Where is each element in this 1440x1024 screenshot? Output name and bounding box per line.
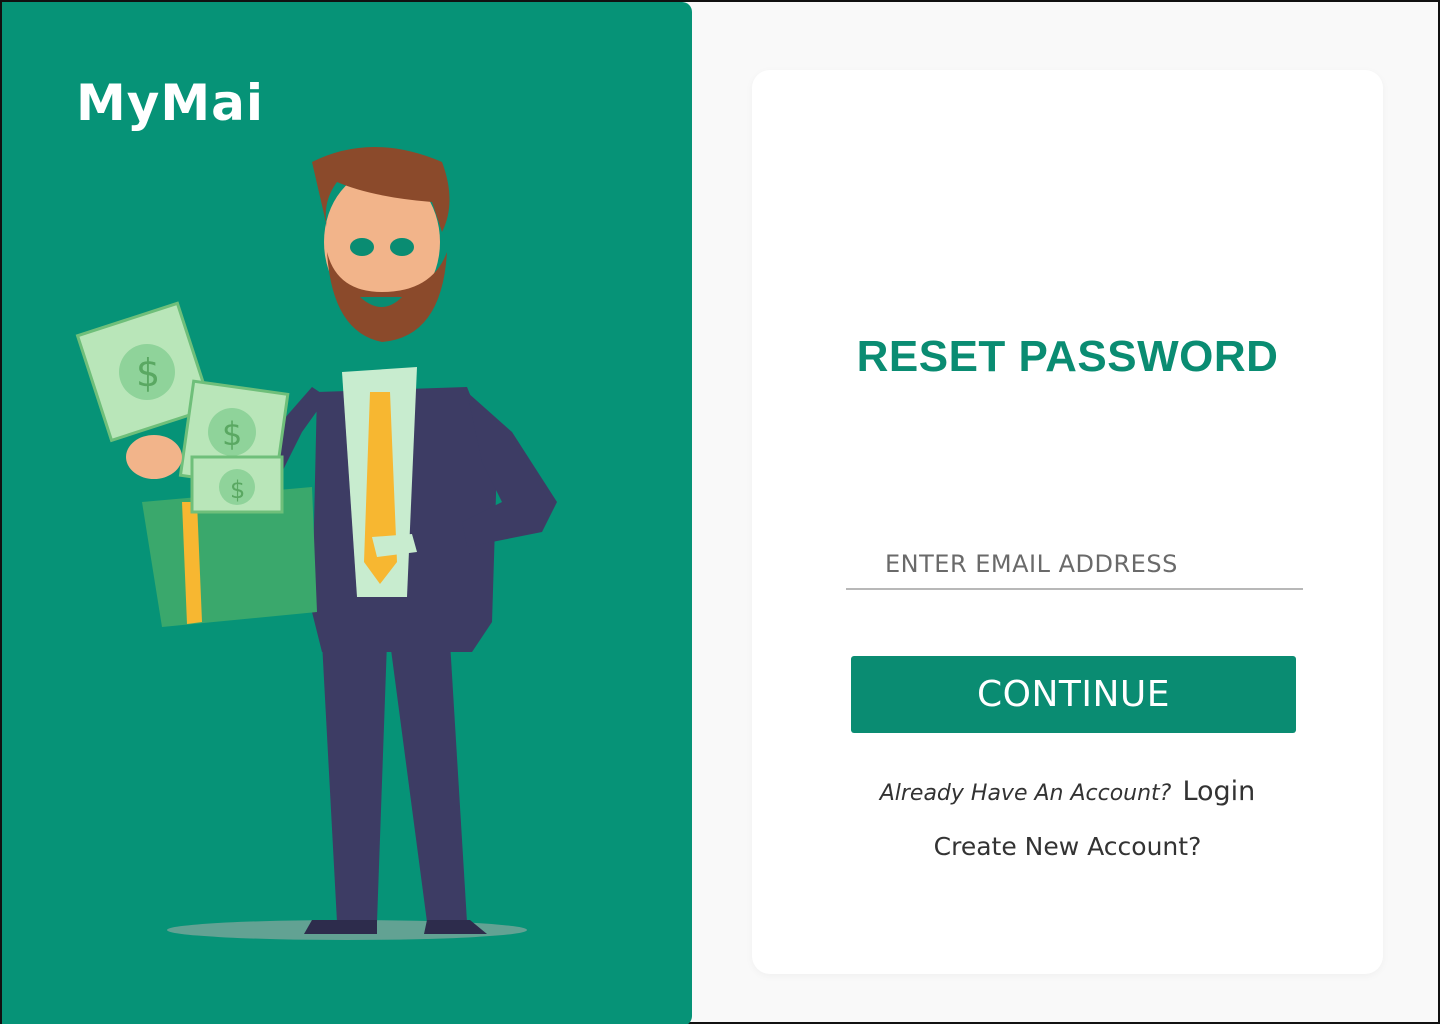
reset-password-card: RESET PASSWORD CONTINUE Already Have An … xyxy=(752,70,1383,974)
continue-button[interactable]: CONTINUE xyxy=(851,656,1296,733)
login-prompt: Already Have An Account? xyxy=(879,781,1172,806)
page-title: RESET PASSWORD xyxy=(856,332,1279,381)
hero-panel: MyMai $ $ $ xyxy=(2,2,692,1024)
businessman-with-money-icon: $ $ $ xyxy=(75,147,557,940)
svg-text:$: $ xyxy=(230,476,245,504)
login-row: Already Have An Account? Login xyxy=(752,776,1383,807)
email-field[interactable] xyxy=(846,540,1303,590)
brand-logo: MyMai xyxy=(76,74,264,132)
svg-text:$: $ xyxy=(222,415,242,453)
page-frame: MyMai $ $ $ RESET PASSWORD ENTER EMAIL A… xyxy=(0,0,1440,1024)
login-link[interactable]: Login xyxy=(1182,776,1255,807)
create-account-link[interactable]: Create New Account? xyxy=(752,832,1383,861)
svg-text:$: $ xyxy=(136,351,160,395)
